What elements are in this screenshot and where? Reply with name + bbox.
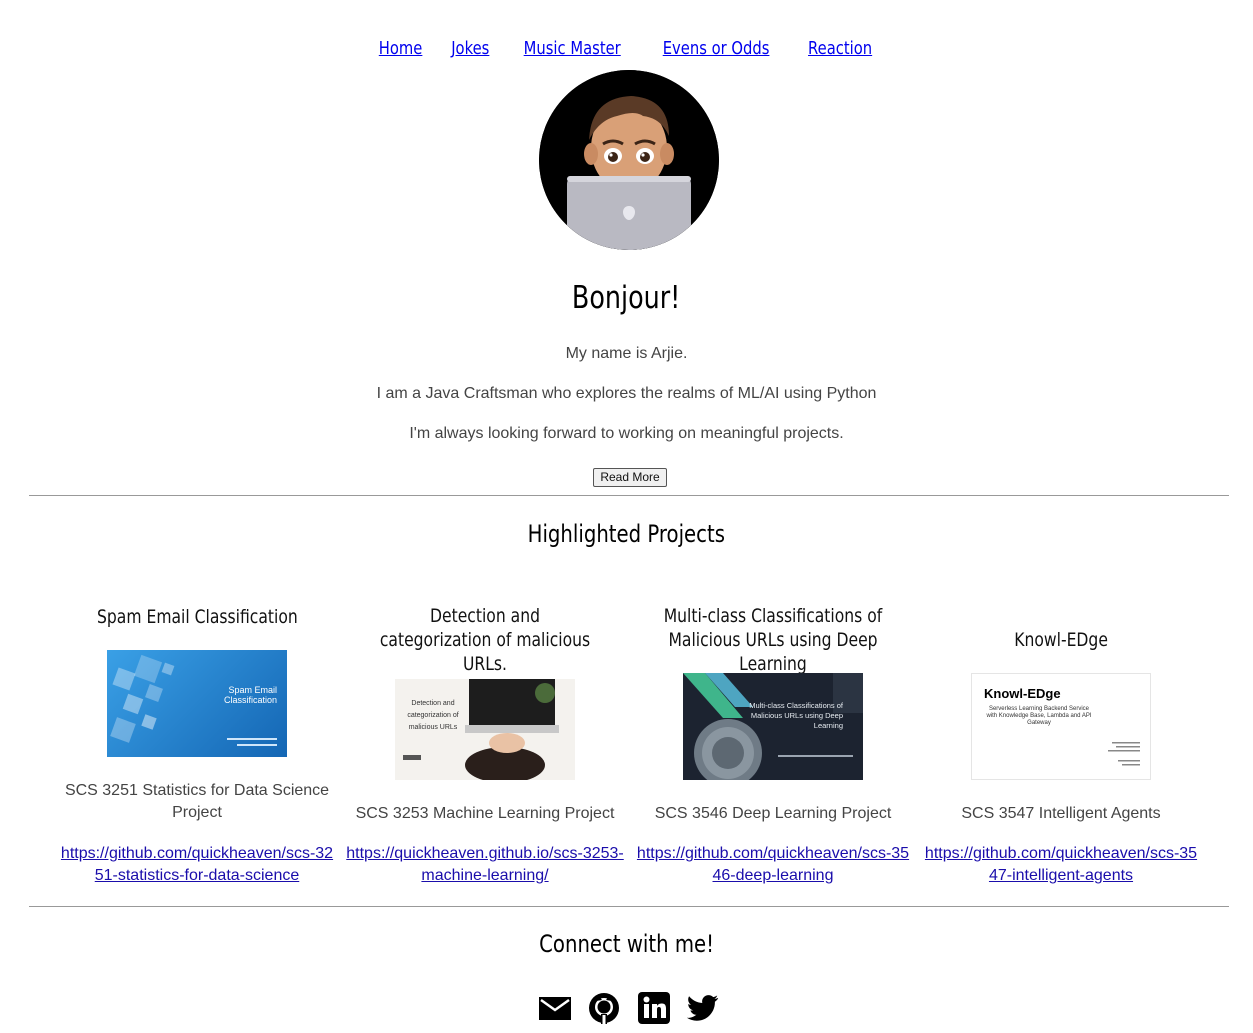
divider [29, 495, 1229, 496]
avatar [539, 70, 719, 250]
greeting-heading: Bonjour! [0, 280, 1253, 316]
linkedin-icon[interactable] [636, 990, 672, 1026]
project-title: Multi-class Classifications of Malicious… [638, 604, 908, 676]
project-title-text: Detection and categorization of maliciou… [379, 605, 591, 675]
project-thumbnail[interactable]: Knowl-EDge Serverless Learning Backend S… [971, 673, 1151, 780]
connect-heading-text: Connect with me! [539, 930, 714, 958]
github-icon[interactable] [586, 990, 622, 1026]
project-link[interactable]: https://quickheaven.github.io/scs-3253-m… [345, 843, 625, 887]
greeting-text: Bonjour! [572, 280, 681, 316]
nav-home-link[interactable]: Home [379, 38, 423, 59]
project-description: SCS 3546 Deep Learning Project [654, 805, 892, 822]
project-description: SCS 3547 Intelligent Agents [961, 805, 1161, 822]
project-card-malicious-urls: Detection and categorization of maliciou… [346, 600, 624, 890]
nav-jokes-link[interactable]: Jokes [451, 38, 489, 59]
project-title: Spam Email Classification [62, 605, 332, 629]
project-title-text: Spam Email Classification [96, 606, 298, 628]
projects-heading-text: Highlighted Projects [527, 520, 726, 548]
nav-music-master-link[interactable]: Music Master [524, 38, 621, 59]
thumbnail-caption: Multi-class Classifications of Malicious… [749, 701, 843, 730]
projects-heading: Highlighted Projects [0, 520, 1253, 548]
thumbnail-caption: Spam Email Classification [223, 685, 277, 705]
divider [29, 906, 1229, 907]
hero-line-3: I'm always looking forward to working on… [409, 425, 844, 442]
project-description: SCS 3253 Machine Learning Project [355, 805, 615, 822]
project-title: Knowl-EDge [926, 628, 1196, 652]
hero-line-1: My name is Arjie. [565, 345, 688, 362]
hero-line-2: I am a Java Craftsman who explores the r… [376, 385, 877, 402]
project-link[interactable]: https://github.com/quickheaven/scs-3547-… [921, 843, 1201, 887]
project-link[interactable]: https://github.com/quickheaven/scs-3251-… [57, 843, 337, 887]
read-more-button[interactable]: Read More [593, 468, 667, 487]
project-title: Detection and categorization of maliciou… [350, 604, 620, 676]
project-link[interactable]: https://github.com/quickheaven/scs-3546-… [633, 843, 913, 887]
nav-evens-or-odds-link[interactable]: Evens or Odds [663, 38, 770, 59]
twitter-icon[interactable] [685, 990, 721, 1026]
connect-heading: Connect with me! [0, 930, 1253, 958]
project-thumbnail[interactable]: Multi-class Classifications of Malicious… [683, 673, 863, 780]
project-title-text: Knowl-EDge [1014, 629, 1108, 651]
project-card-spam-email: Spam Email Classification Spam Email Cla… [61, 600, 333, 890]
email-icon[interactable] [537, 990, 573, 1026]
project-thumbnail[interactable]: Spam Email Classification [107, 650, 287, 757]
thumbnail-caption: Detection and categorization of maliciou… [407, 700, 459, 731]
top-nav: Home Jokes Music Master Evens or Odds Re… [0, 38, 1253, 59]
project-thumbnail[interactable]: Detection and categorization of maliciou… [395, 673, 575, 780]
project-card-deep-learning: Multi-class Classifications of Malicious… [637, 600, 909, 890]
nav-reaction-link[interactable]: Reaction [808, 38, 872, 59]
project-card-knowl-edge: Knowl-EDge Knowl-EDge Serverless Learnin… [925, 600, 1197, 890]
project-title-text: Multi-class Classifications of Malicious… [663, 605, 883, 675]
project-description: SCS 3251 Statistics for Data Science Pro… [64, 782, 330, 821]
